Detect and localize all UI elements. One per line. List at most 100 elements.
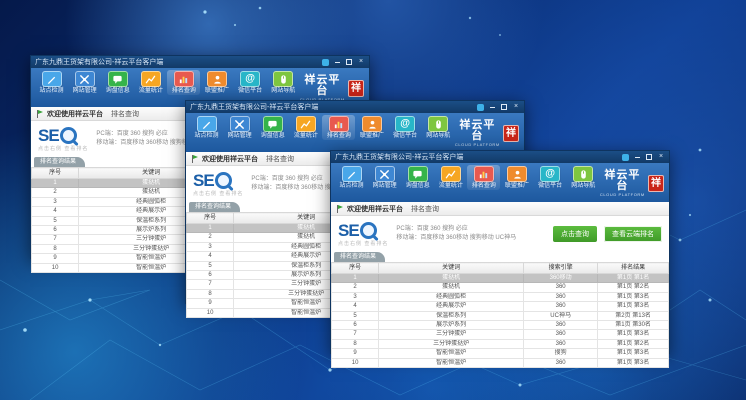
person-icon xyxy=(362,116,382,132)
cell-rank: 第1页 第1名 xyxy=(598,274,669,283)
toolbar-item-site-nav[interactable]: 网站导航 xyxy=(567,165,600,190)
cell-serial: 8 xyxy=(32,244,79,253)
mouse-icon xyxy=(573,166,593,182)
toolbar-item-inquiry[interactable]: 询盘信息 xyxy=(401,165,434,190)
cell-engine: 360 xyxy=(524,302,598,311)
cell-serial: 10 xyxy=(187,308,234,317)
mouse-icon xyxy=(428,116,448,132)
table-row[interactable]: 8 三分钟蛋挞炉 360 第1页 第2名 xyxy=(332,339,669,348)
desktop: 广东九鼎王货架有限公司-祥云平台客户端 × 站点检测 网站管理 xyxy=(0,0,746,400)
person-icon xyxy=(207,71,227,87)
table-row[interactable]: 4 经典展示炉 360 第1页 第3名 xyxy=(332,302,669,311)
cell-keyword: 三分钟蛋炉 xyxy=(379,330,524,339)
minimize-button[interactable] xyxy=(333,58,341,66)
table-row[interactable]: 6 展示炉系列 360 第1页 第30名 xyxy=(332,321,669,330)
engine-info: PC端：百度 360 搜狗 必应 移动端：百度移动 360移动 搜狗移动 UC神… xyxy=(396,225,516,243)
toolbar-item-ranking[interactable]: 排名查询 xyxy=(322,115,355,140)
header-serial: 序号 xyxy=(32,168,79,179)
feedback-icon[interactable] xyxy=(622,154,629,161)
cell-rank: 第1页 第2名 xyxy=(598,339,669,348)
cell-engine: 360 xyxy=(524,283,598,292)
cell-serial: 2 xyxy=(32,188,79,197)
chat-icon xyxy=(108,71,128,87)
cell-serial: 1 xyxy=(332,274,379,283)
toolbar-item-traffic[interactable]: 流量统计 xyxy=(434,165,467,190)
cell-serial: 3 xyxy=(332,292,379,301)
close-button[interactable]: × xyxy=(357,58,365,66)
table-row[interactable]: 9 智能恒温炉 搜狗 第1页 第3名 xyxy=(332,349,669,358)
magnifier-icon xyxy=(360,222,377,239)
brand-subtitle: CLOUD PLATFORM xyxy=(455,142,500,147)
cell-keyword: 保温柜系列 xyxy=(379,311,524,320)
toolbar-item-wechat[interactable]: @ 微信平台 xyxy=(389,115,422,140)
toolbar-item-wechat[interactable]: @ 微信平台 xyxy=(534,165,567,190)
toolbar-item-site-check[interactable]: 站点检测 xyxy=(190,115,223,140)
toolbar-item-site-manage[interactable]: 网站管理 xyxy=(223,115,256,140)
table-row[interactable]: 10 智能恒温炉 360 第1页 第3名 xyxy=(332,358,669,367)
toolbar-item-promotion[interactable]: 联盟推广 xyxy=(200,70,233,95)
toolbar-item-ranking[interactable]: 排名查询 xyxy=(467,165,500,190)
toolbar-item-site-nav[interactable]: 网站导航 xyxy=(267,70,300,95)
seo-tagline: 点击右侧 查看排名 xyxy=(338,240,388,247)
toolbar-item-site-manage[interactable]: 网站管理 xyxy=(68,70,101,95)
maximize-button[interactable] xyxy=(345,58,353,66)
table-header-row: 序号 关键词 搜索引擎 排名结果 xyxy=(332,263,669,274)
toolbar-item-promotion[interactable]: 联盟推广 xyxy=(500,165,533,190)
toolbar-item-traffic[interactable]: 流量统计 xyxy=(289,115,322,140)
toolbar-item-site-check[interactable]: 站点检测 xyxy=(35,70,68,95)
welcome-text: 欢迎使用祥云平台 xyxy=(47,109,103,119)
cell-serial: 8 xyxy=(187,289,234,298)
table-row[interactable]: 2 蛋挞机 360 第1页 第2名 xyxy=(332,283,669,292)
table-row[interactable]: 3 经典圆弧柜 360 第1页 第3名 xyxy=(332,292,669,301)
cell-rank: 第1页 第3名 xyxy=(598,330,669,339)
cloud-ranking-button[interactable]: 查看云端排名 xyxy=(604,226,662,242)
table-row[interactable]: 7 三分钟蛋炉 360 第1页 第3名 xyxy=(332,330,669,339)
seo-logo: SE 点击右侧 查看排名 xyxy=(338,222,388,247)
results-tab-row: 排名查询结果 xyxy=(331,252,669,262)
toolbar-item-ranking[interactable]: 排名查询 xyxy=(167,70,200,95)
close-button[interactable]: × xyxy=(657,153,665,161)
section-title: 排名查询 xyxy=(111,109,139,119)
toolbar-item-traffic[interactable]: 流量统计 xyxy=(134,70,167,95)
cell-engine: 360 xyxy=(524,292,598,301)
toolbar-item-site-nav[interactable]: 网站导航 xyxy=(422,115,455,140)
maximize-button[interactable] xyxy=(500,103,508,111)
cell-serial: 3 xyxy=(187,242,234,251)
feedback-icon[interactable] xyxy=(322,59,329,66)
toolbar-item-site-manage[interactable]: 网站管理 xyxy=(368,165,401,190)
minimize-button[interactable] xyxy=(488,103,496,111)
header-rank: 排名结果 xyxy=(598,263,669,274)
results-tab[interactable]: 排名查询结果 xyxy=(34,157,85,167)
chat-icon xyxy=(263,116,283,132)
toolbar-item-site-check[interactable]: 站点检测 xyxy=(335,165,368,190)
line-chart-icon xyxy=(441,166,461,182)
toolbar-item-inquiry[interactable]: 询盘信息 xyxy=(101,70,134,95)
bar-chart-icon xyxy=(474,166,494,182)
cell-serial: 4 xyxy=(32,207,79,216)
toolbar-label: 流量统计 xyxy=(434,183,467,190)
brand-name: 祥云平台 xyxy=(300,75,345,97)
toolbar-label: 网站导航 xyxy=(267,88,300,95)
cell-keyword: 蛋挞机 xyxy=(379,283,524,292)
cell-serial: 1 xyxy=(32,179,79,188)
results-tab[interactable]: 排名查询结果 xyxy=(189,202,240,212)
cell-serial: 7 xyxy=(187,280,234,289)
feedback-icon[interactable] xyxy=(477,104,484,111)
toolbar-label: 联盟推广 xyxy=(355,133,388,140)
query-button[interactable]: 点击查询 xyxy=(553,226,597,242)
section-title: 排名查询 xyxy=(266,154,294,164)
brand-name: 祥云平台 xyxy=(600,170,645,192)
maximize-button[interactable] xyxy=(645,153,653,161)
bar-chart-icon xyxy=(329,116,349,132)
close-button[interactable]: × xyxy=(512,103,520,111)
results-tab[interactable]: 排名查询结果 xyxy=(334,252,385,262)
toolbar-item-inquiry[interactable]: 询盘信息 xyxy=(256,115,289,140)
brand-seal-icon: 祥 xyxy=(348,80,364,97)
seo-logo-text: SE xyxy=(193,172,214,189)
table-row[interactable]: 5 保温柜系列 UC神马 第2页 第13名 xyxy=(332,311,669,320)
toolbar-item-wechat[interactable]: @ 微信平台 xyxy=(234,70,267,95)
toolbar-item-promotion[interactable]: 联盟推广 xyxy=(355,115,388,140)
minimize-button[interactable] xyxy=(633,153,641,161)
cell-serial: 10 xyxy=(32,263,79,272)
table-row[interactable]: 1 蛋挞机 360移动 第1页 第1名 xyxy=(332,274,669,283)
